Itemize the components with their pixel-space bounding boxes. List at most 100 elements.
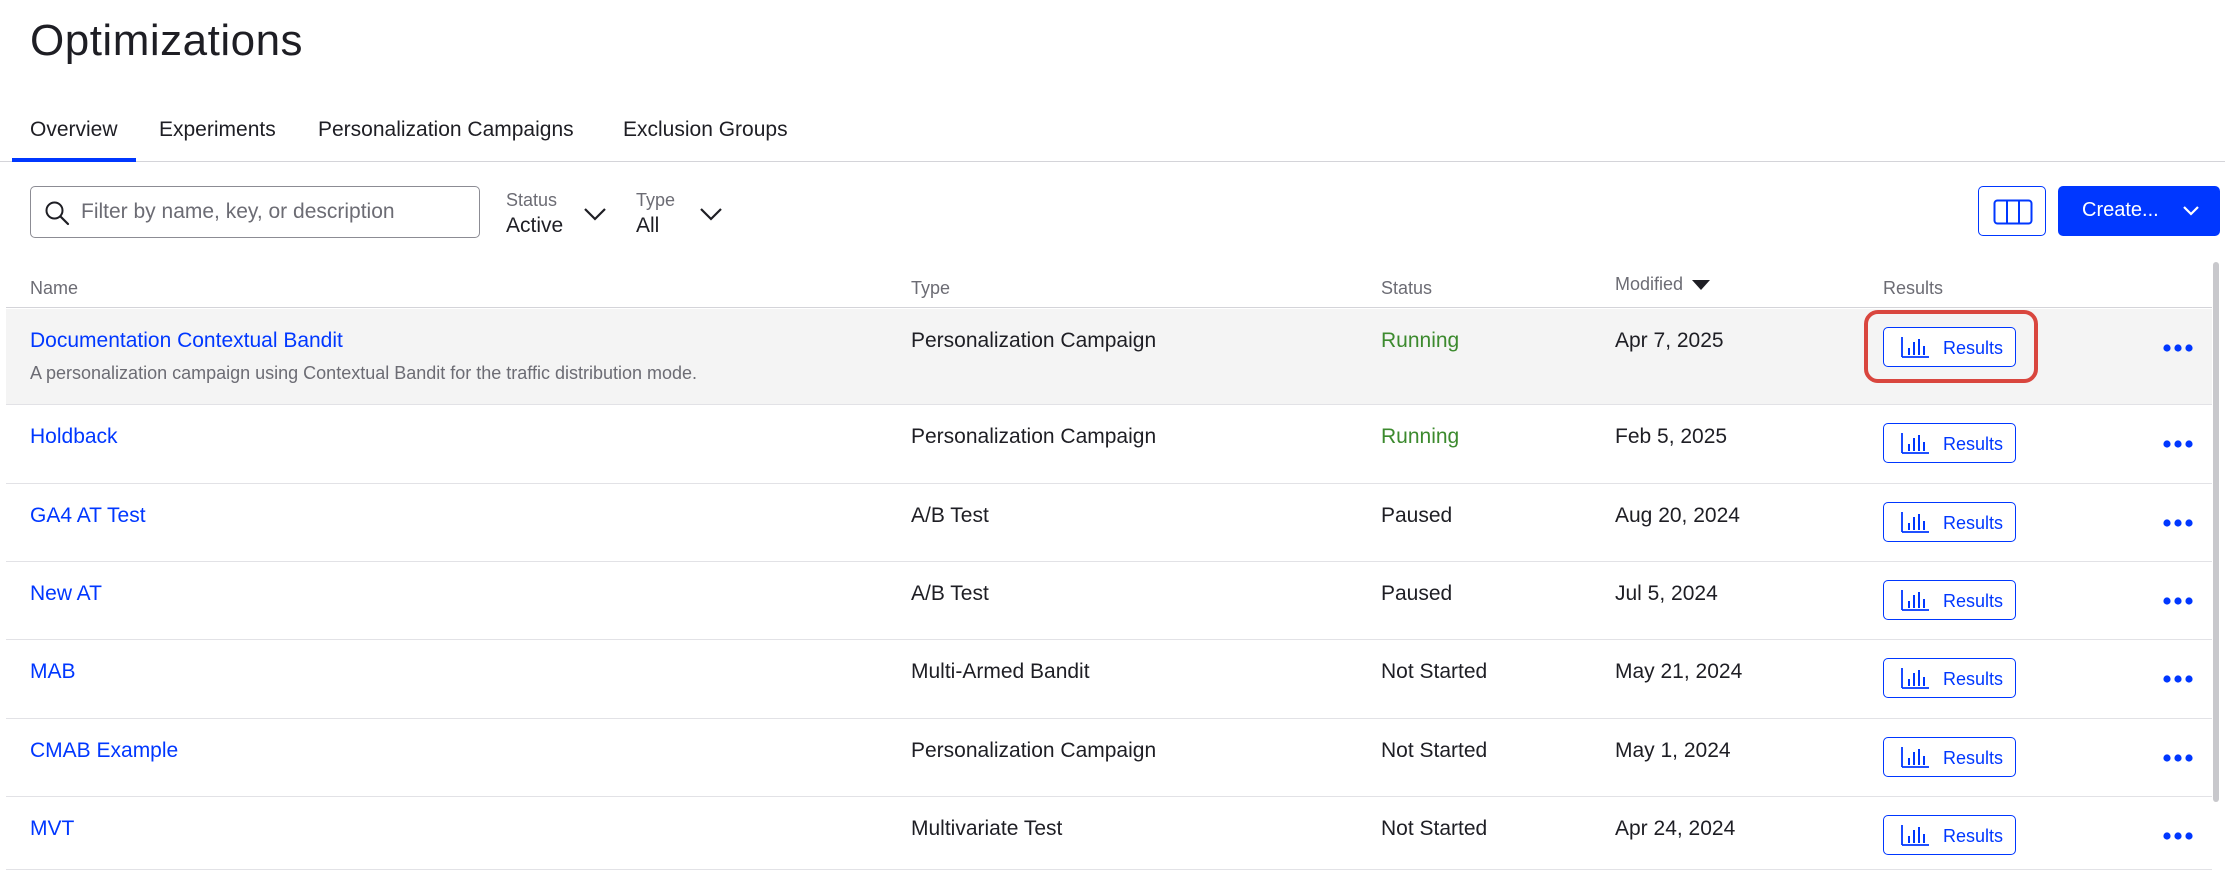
bar-chart-icon — [1901, 337, 1929, 358]
type-filter-label: Type — [636, 190, 676, 210]
table-row: MVT Multivariate Test Not Started Apr 24, 2… — [6, 797, 2212, 870]
optimization-type: Multi-Armed Bandit — [911, 660, 1090, 683]
row-actions-button[interactable] — [2161, 432, 2195, 456]
results-button-label: Results — [1943, 434, 2004, 454]
tab-overview[interactable]: Overview — [12, 118, 135, 162]
results-button-label: Results — [1943, 513, 2004, 533]
status-text: Running — [1381, 425, 1460, 448]
bar-chart-icon — [1901, 747, 1929, 768]
more-horizontal-icon — [2163, 832, 2193, 840]
results-button[interactable]: Results — [1883, 327, 2016, 367]
chevron-down-icon — [584, 208, 606, 221]
results-button-label: Results — [1943, 826, 2004, 846]
columns-button[interactable] — [1978, 186, 2046, 236]
modified-date: Jul 5, 2024 — [1615, 582, 1718, 605]
status-text: Paused — [1381, 504, 1453, 527]
results-button[interactable]: Results — [1883, 658, 2016, 698]
table-row: CMAB Example Personalization Campaign Not … — [6, 719, 2212, 797]
optimization-name-link[interactable]: MVT — [30, 817, 74, 841]
columns-icon — [1993, 199, 2033, 225]
optimization-name-link[interactable]: Documentation Contextual Bandit — [30, 329, 343, 353]
modified-date: Feb 5, 2025 — [1615, 425, 1728, 448]
optimization-type: A/B Test — [911, 504, 989, 527]
bar-chart-icon — [1901, 512, 1929, 533]
row-actions-button[interactable] — [2161, 824, 2195, 848]
table-row: Documentation Contextual Bandit A persona… — [6, 309, 2212, 405]
modified-date: May 21, 2024 — [1615, 660, 1743, 683]
table-row: Holdback Personalization Campaign Running F… — [6, 405, 2212, 484]
status-text: Not Started — [1381, 739, 1488, 762]
optimization-name-link[interactable]: Holdback — [30, 425, 118, 449]
tab-personalization-campaigns[interactable]: Personalization Campaigns — [318, 118, 574, 161]
modified-date: Apr 7, 2025 — [1615, 329, 1724, 352]
table-row: MAB Multi-Armed Bandit Not Started May 21, … — [6, 640, 2212, 719]
results-button[interactable]: Results — [1883, 815, 2016, 855]
search-field[interactable] — [30, 186, 480, 238]
results-button[interactable]: Results — [1883, 502, 2016, 542]
optimization-name-link[interactable]: MAB — [30, 660, 76, 684]
results-icon-wrap — [1900, 667, 1930, 694]
column-header-modified-label: Modified — [1615, 274, 1684, 294]
search-icon — [45, 201, 70, 226]
bar-chart-icon — [1901, 590, 1929, 611]
chevron-down-icon — [2183, 206, 2199, 216]
optimization-type: Personalization Campaign — [911, 425, 1157, 448]
results-button-label: Results — [1943, 669, 2004, 689]
results-button[interactable]: Results — [1883, 580, 2016, 620]
tab-experiments[interactable]: Experiments — [159, 118, 276, 161]
status-filter[interactable]: Status Active — [506, 188, 610, 240]
table-row: New AT A/B Test Paused Jul 5, 2024 Results — [6, 562, 2212, 640]
table-header: Name Type Status Modified Results — [6, 268, 2212, 308]
results-icon-wrap — [1900, 511, 1930, 538]
more-horizontal-icon — [2163, 344, 2193, 352]
results-button[interactable]: Results — [1883, 423, 2016, 463]
results-icon-wrap — [1900, 589, 1930, 616]
type-filter-value: All — [636, 214, 660, 237]
column-header-status[interactable]: Status — [1381, 278, 1432, 299]
column-header-type[interactable]: Type — [911, 278, 950, 299]
optimization-name-link[interactable]: New AT — [30, 582, 102, 606]
row-actions-button[interactable] — [2161, 667, 2195, 691]
row-actions-button[interactable] — [2161, 589, 2195, 613]
tab-exclusion-groups[interactable]: Exclusion Groups — [623, 118, 788, 161]
status-text: Paused — [1381, 582, 1453, 605]
row-actions-button[interactable] — [2161, 511, 2195, 535]
optimization-type: Multivariate Test — [911, 817, 1063, 840]
optimization-description: A personalization campaign using Context… — [30, 363, 698, 383]
type-filter[interactable]: Type All — [636, 188, 726, 240]
optimization-name-link[interactable]: CMAB Example — [30, 739, 178, 763]
bar-chart-icon — [1901, 668, 1929, 689]
optimization-type: Personalization Campaign — [911, 329, 1157, 352]
sort-descending-icon — [1692, 280, 1711, 291]
results-icon-wrap — [1900, 432, 1930, 459]
create-button[interactable]: Create... — [2058, 186, 2220, 236]
results-icon-wrap — [1900, 336, 1930, 363]
results-icon-wrap — [1900, 824, 1930, 851]
results-button-label: Results — [1943, 338, 2004, 358]
results-button[interactable]: Results — [1883, 737, 2016, 777]
bar-chart-icon — [1901, 825, 1929, 846]
status-text: Not Started — [1381, 660, 1488, 683]
status-filter-value: Active — [506, 214, 564, 237]
row-actions-button[interactable] — [2161, 746, 2195, 770]
column-header-modified[interactable]: Modified — [1615, 274, 1711, 295]
more-horizontal-icon — [2163, 519, 2193, 527]
status-text: Not Started — [1381, 817, 1488, 840]
search-input[interactable] — [81, 187, 471, 237]
bar-chart-icon — [1901, 433, 1929, 454]
table-row: GA4 AT Test A/B Test Paused Aug 20, 2024 Res… — [6, 484, 2212, 562]
row-actions-button[interactable] — [2161, 336, 2195, 360]
vertical-scrollbar[interactable] — [2213, 262, 2219, 802]
more-horizontal-icon — [2163, 675, 2193, 683]
optimization-type: Personalization Campaign — [911, 739, 1157, 762]
status-text: Running — [1381, 329, 1460, 352]
chevron-down-icon — [700, 208, 722, 221]
results-button-label: Results — [1943, 591, 2004, 611]
modified-date: Aug 20, 2024 — [1615, 504, 1740, 527]
more-horizontal-icon — [2163, 597, 2193, 605]
optimization-name-link[interactable]: GA4 AT Test — [30, 504, 146, 528]
results-button-label: Results — [1943, 748, 2004, 768]
column-header-name[interactable]: Name — [30, 278, 78, 299]
results-icon-wrap — [1900, 746, 1930, 773]
more-horizontal-icon — [2163, 754, 2193, 762]
